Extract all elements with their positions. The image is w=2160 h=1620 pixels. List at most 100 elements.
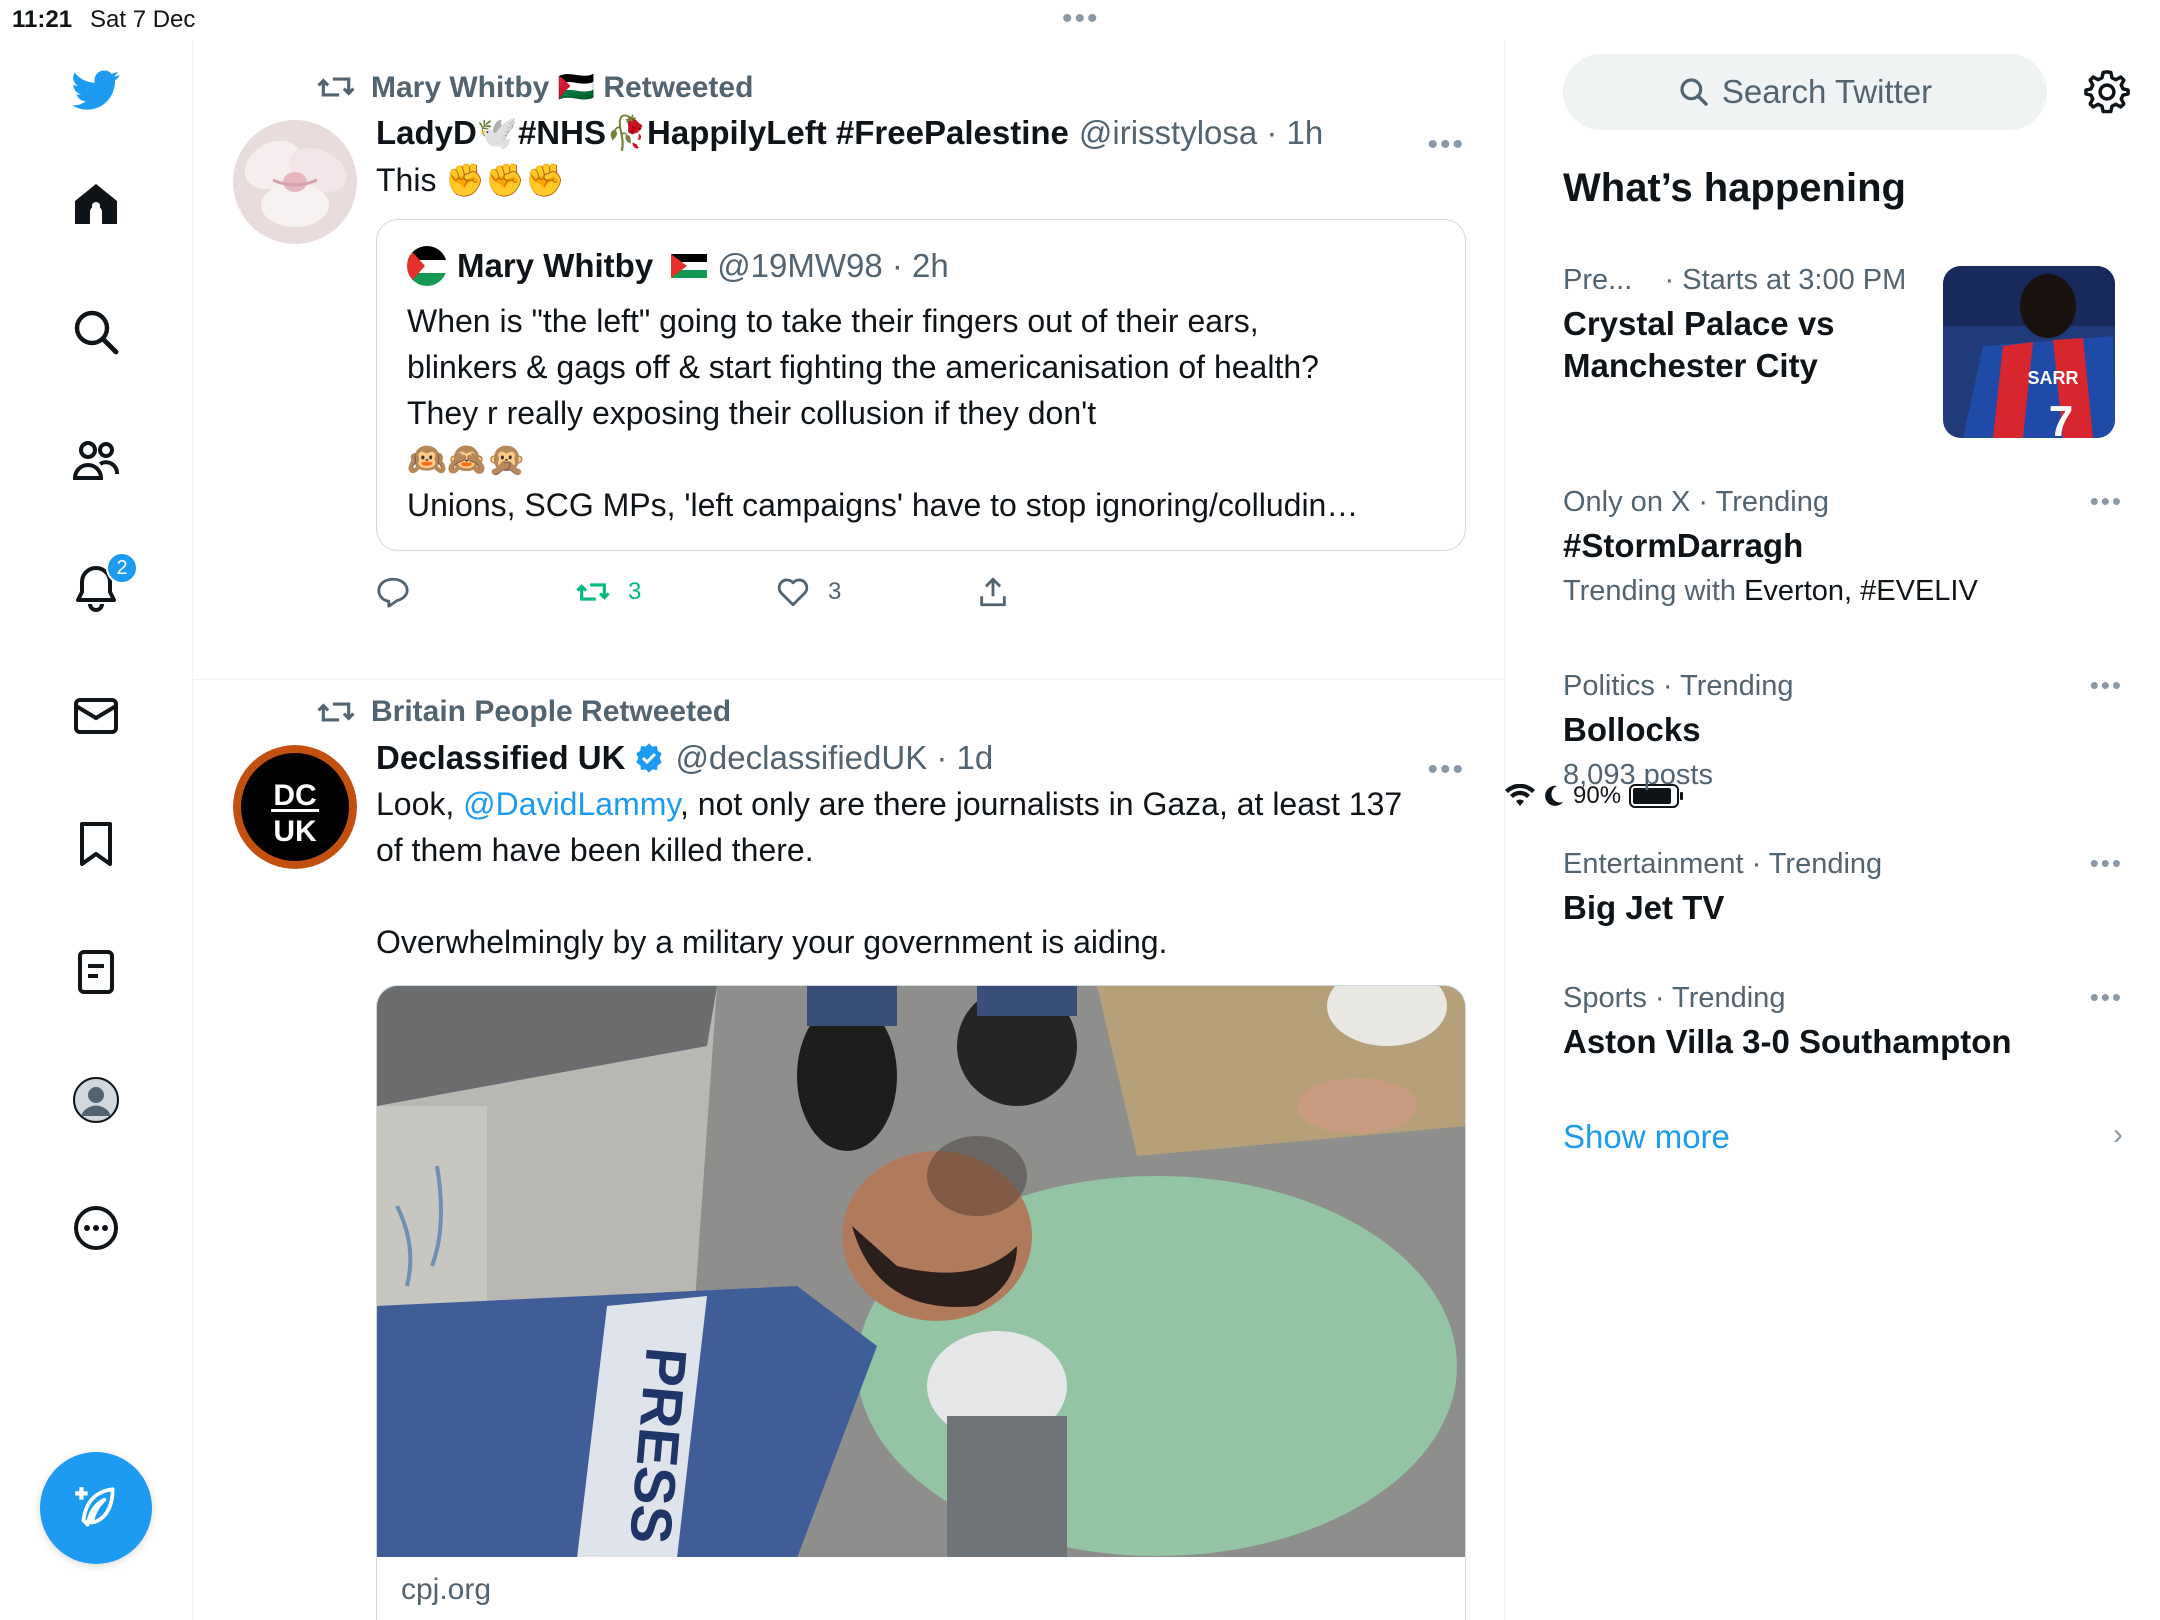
search-icon[interactable] — [56, 292, 136, 372]
tweet-more-icon[interactable]: ••• — [1427, 128, 1465, 162]
trend-more-icon[interactable]: ••• — [2090, 486, 2123, 517]
svg-text:UK: UK — [273, 815, 317, 848]
retweeted-by-label[interactable]: Mary Whitby 🇵🇸 Retweeted — [371, 70, 753, 105]
reply-button[interactable] — [376, 575, 576, 609]
messages-icon[interactable] — [56, 676, 136, 756]
author-name[interactable]: Declassified UK — [376, 739, 625, 777]
multitasking-dots[interactable]: ••• — [1062, 2, 1100, 36]
svg-text:DC: DC — [273, 779, 316, 812]
trend-meta: Only on X · Trending — [1563, 486, 1829, 518]
svg-text:SARR: SARR — [2027, 368, 2078, 388]
trend-item[interactable]: Entertainment · Trending Big Jet TV ••• — [1563, 848, 2123, 929]
show-more-link[interactable]: Show more › — [1563, 1118, 2123, 1156]
reply-icon — [377, 577, 409, 608]
avatar[interactable]: DC UK — [233, 745, 357, 869]
twitter-logo-icon[interactable] — [56, 50, 136, 130]
status-time: 11:21 — [12, 6, 73, 33]
trend-topic: Bollocks — [1563, 711, 1701, 748]
tweet-more-icon[interactable]: ••• — [1427, 753, 1465, 787]
quoted-tweet[interactable]: Mary Whitby @19MW98 · 2h When is "the le… — [376, 219, 1466, 551]
retweet-context: Britain People Retweeted — [317, 693, 731, 731]
author-name[interactable]: LadyD🕊️#NHS🥀HappilyLeft #FreePalestine — [376, 114, 1069, 153]
compose-tweet-button[interactable] — [40, 1452, 152, 1564]
tweet-body: LadyD🕊️#NHS🥀HappilyLeft #FreePalestine @… — [376, 114, 1476, 609]
author-handle[interactable]: @declassifiedUK · 1d — [675, 739, 993, 777]
avatar[interactable] — [233, 120, 357, 244]
search-placeholder: Search Twitter — [1721, 73, 1933, 110]
trend-item[interactable]: Sports · Trending Aston Villa 3-0 Southa… — [1563, 982, 2123, 1063]
tweet-text-start: Look, — [376, 786, 464, 822]
trend-topic: Big Jet TV — [1563, 889, 1725, 926]
retweet-button[interactable]: 3 — [576, 575, 776, 609]
quote-author-name: Mary Whitby — [457, 247, 654, 284]
trend-more-icon[interactable]: ••• — [2090, 670, 2123, 701]
trend-topic: Aston Villa 3-0 Southampton — [1563, 1023, 2012, 1060]
tweet[interactable]: Britain People Retweeted DC UK Declassif… — [193, 685, 1504, 1620]
profile-icon[interactable] — [56, 1060, 136, 1140]
like-count: 3 — [828, 578, 842, 605]
tweet-text: Look, @DavidLammy, not only are there jo… — [376, 781, 1476, 965]
home-icon[interactable] — [56, 164, 136, 244]
compose-feather-icon — [75, 1487, 115, 1527]
retweet-icon — [317, 702, 355, 722]
event-meta: Pre... · Starts at 3:00 PM — [1563, 264, 1933, 297]
event-topic: Crystal Palace vs Manchester City — [1563, 305, 1835, 384]
trend-sub-label: Trending with — [1563, 575, 1745, 607]
trend-meta: Politics · Trending — [1563, 670, 1794, 702]
author-handle[interactable]: @irisstylosa · 1h — [1079, 114, 1323, 152]
quote-author-handle: @19MW98 · 2h — [717, 247, 949, 284]
tweet-body: Declassified UK @declassifiedUK · 1d Loo… — [376, 739, 1476, 1620]
trend-meta: Entertainment · Trending — [1563, 848, 1883, 880]
retweet-icon — [576, 583, 610, 601]
status-date: Sat 7 Dec — [90, 6, 196, 33]
tweet[interactable]: Mary Whitby 🇵🇸 Retweeted LadyD🕊️#NHS🥀Hap… — [193, 60, 1504, 680]
bookmarks-icon[interactable] — [56, 804, 136, 884]
retweet-context: Mary Whitby 🇵🇸 Retweeted — [317, 68, 753, 106]
verified-badge-icon — [636, 743, 663, 773]
palestine-flag-icon — [671, 254, 708, 278]
quote-avatar — [407, 246, 447, 286]
retweet-count: 3 — [628, 578, 642, 605]
search-icon — [1680, 78, 1708, 106]
trend-sub-value: Everton, #EVELIV — [1744, 575, 1978, 607]
tweet-text: This ✊✊✊ — [376, 162, 565, 198]
event-item[interactable]: Pre... · Starts at 3:00 PM Crystal Palac… — [1563, 264, 1933, 387]
trend-post-count: 8,093 posts — [1563, 759, 1713, 791]
tweet-header: Declassified UK @declassifiedUK · 1d — [376, 739, 1476, 777]
left-nav: 2 — [0, 40, 193, 1620]
like-button[interactable]: 3 — [776, 575, 976, 609]
timeline[interactable]: Mary Whitby 🇵🇸 Retweeted LadyD🕊️#NHS🥀Hap… — [193, 40, 1505, 1620]
trend-more-icon[interactable]: ••• — [2090, 982, 2123, 1013]
lists-icon[interactable] — [56, 932, 136, 1012]
communities-icon[interactable] — [56, 420, 136, 500]
share-button[interactable] — [976, 575, 1176, 609]
whats-happening-heading: What’s happening — [1563, 166, 1906, 210]
retweet-icon — [317, 77, 355, 97]
quote-header: Mary Whitby @19MW98 · 2h — [407, 246, 1435, 286]
settings-gear-icon[interactable] — [2079, 64, 2135, 120]
search-input[interactable]: Search Twitter — [1563, 54, 2047, 130]
notifications-icon[interactable]: 2 — [56, 548, 138, 628]
svg-text:7: 7 — [2049, 397, 2073, 438]
trend-item[interactable]: Only on X · Trending #StormDarragh Trend… — [1563, 486, 2123, 608]
tweet-media-image[interactable]: PRESS — [376, 985, 1466, 1557]
mention-link[interactable]: @DavidLammy — [463, 786, 680, 822]
notifications-badge: 2 — [106, 552, 138, 584]
show-more-label: Show more — [1563, 1118, 1730, 1155]
trend-topic: #StormDarragh — [1563, 527, 1804, 564]
trend-more-icon[interactable]: ••• — [2090, 848, 2123, 879]
quote-text: When is "the left" going to take their f… — [407, 303, 1359, 523]
trend-item[interactable]: Politics · Trending Bollocks 8,093 posts… — [1563, 670, 2123, 792]
right-sidebar: Search Twitter What’s happening Pre... ·… — [1505, 40, 2160, 1620]
trend-sub: Trending with Everton, #EVELIV — [1563, 575, 2123, 608]
tweet-header: LadyD🕊️#NHS🥀HappilyLeft #FreePalestine @… — [376, 114, 1476, 153]
share-icon — [980, 577, 1006, 607]
tweet-actions: 3 3 — [376, 575, 1476, 609]
media-link-domain[interactable]: cpj.org — [376, 1557, 1466, 1620]
trend-meta: Sports · Trending — [1563, 982, 1786, 1014]
heart-icon — [777, 578, 809, 607]
event-image[interactable]: SARR 7 — [1943, 266, 2115, 438]
retweeted-by-label[interactable]: Britain People Retweeted — [371, 695, 731, 729]
more-options-icon[interactable] — [56, 1188, 136, 1268]
event-category: Pre... — [1563, 264, 1633, 296]
